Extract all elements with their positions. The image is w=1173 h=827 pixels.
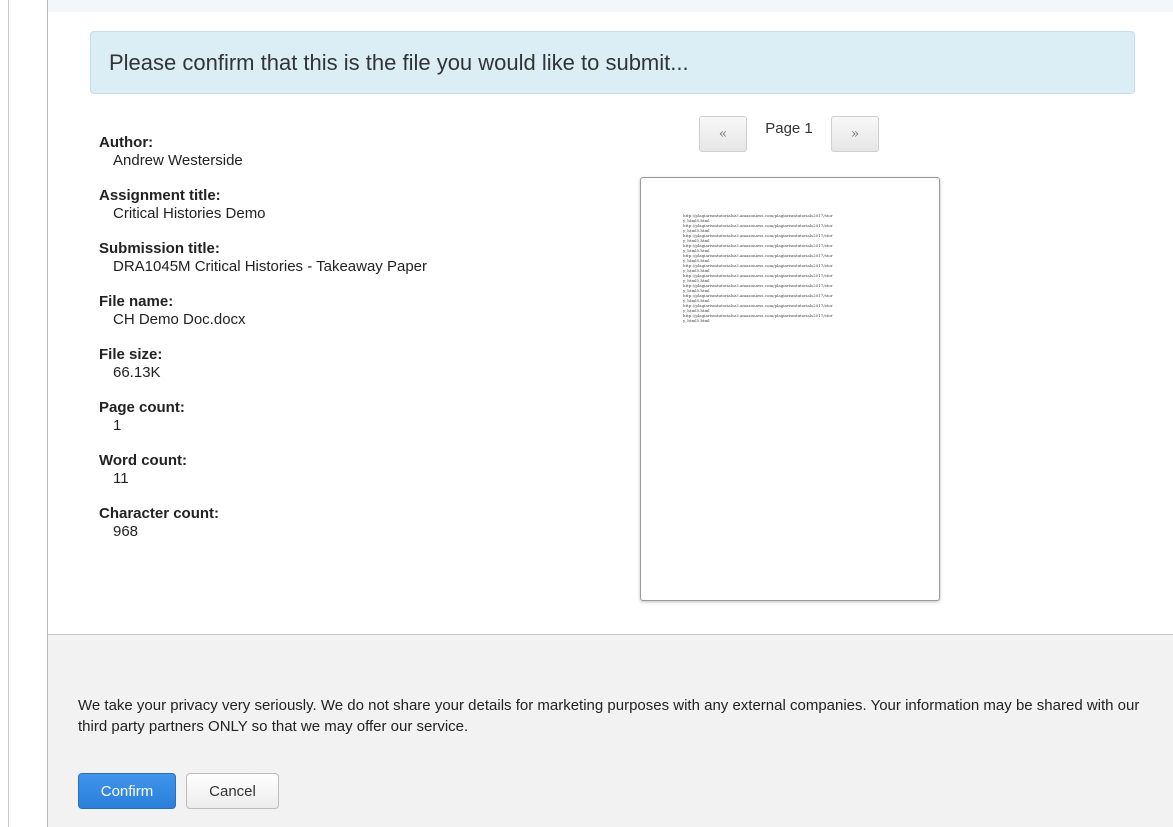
footer: We take your privacy very seriously. We … [48, 634, 1173, 827]
detail-value: Andrew Westerside [113, 152, 243, 169]
detail-submission-title: Submission title: DRA1045M Critical Hist… [99, 240, 619, 276]
document-preview: http://plagiarismtutorialsz3.amazonaws.c… [640, 177, 940, 601]
detail-label: Assignment title: [99, 187, 221, 204]
page-navigator: « Page 1 » [699, 116, 879, 152]
detail-label: Submission title: [99, 240, 220, 257]
detail-page-count: Page count: 1 [99, 399, 619, 435]
confirmation-banner-text: Please confirm that this is the file you… [109, 49, 689, 75]
detail-value: 1 [113, 417, 122, 434]
detail-word-count: Word count: 11 [99, 452, 619, 488]
detail-label: Character count: [99, 505, 220, 522]
detail-assignment-title: Assignment title: Critical Histories Dem… [99, 187, 619, 223]
confirm-button[interactable]: Confirm [78, 773, 176, 809]
detail-label: File size: [99, 346, 163, 363]
next-page-button[interactable]: » [831, 116, 879, 152]
top-strip [48, 0, 1173, 12]
outer-left-divider [8, 0, 9, 827]
detail-file-size: File size: 66.13K [99, 346, 619, 382]
detail-value: DRA1045M Critical Histories - Takeaway P… [113, 258, 428, 275]
detail-file-name: File name: CH Demo Doc.docx [99, 293, 619, 329]
detail-label: File name: [99, 293, 174, 310]
detail-label: Page count: [99, 399, 185, 416]
page-indicator: Page 1 [765, 120, 813, 137]
detail-label: Author: [99, 134, 154, 151]
detail-value: Critical Histories Demo [113, 205, 266, 222]
detail-value: CH Demo Doc.docx [113, 311, 246, 328]
detail-label: Word count: [99, 452, 188, 469]
cancel-button[interactable]: Cancel [186, 773, 279, 809]
previous-page-button[interactable]: « [699, 116, 747, 152]
document-preview-text: http://plagiarismtutorialsz3.amazonaws.c… [683, 213, 903, 323]
preview-line: y_html5.html [683, 318, 710, 323]
confirmation-banner: Please confirm that this is the file you… [90, 31, 1135, 94]
detail-author: Author: Andrew Westerside [99, 134, 619, 170]
detail-character-count: Character count: 968 [99, 505, 619, 541]
submission-confirmation-panel: Please confirm that this is the file you… [47, 0, 1173, 827]
privacy-notice: We take your privacy very seriously. We … [78, 697, 1140, 735]
submission-details: Author: Andrew Westerside Assignment tit… [99, 134, 619, 558]
detail-value: 11 [113, 470, 129, 487]
detail-value: 66.13K [113, 364, 161, 381]
detail-value: 968 [113, 523, 139, 540]
